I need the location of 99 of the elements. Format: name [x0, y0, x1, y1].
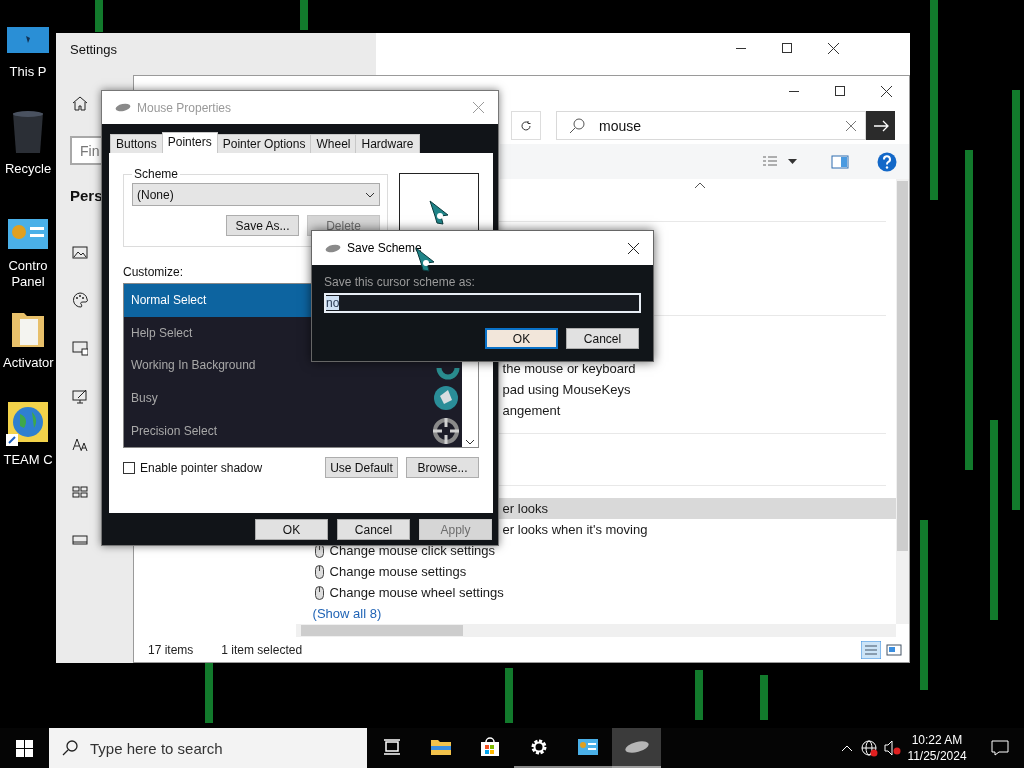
pointer-row[interactable]: Working In Background: [124, 349, 462, 382]
tab[interactable]: Hardware: [355, 134, 420, 153]
minimize-icon: [789, 90, 799, 92]
code-rain-streak: [505, 668, 513, 723]
close-icon: [880, 85, 892, 97]
status-text: 1 item selected: [221, 642, 303, 657]
font-icon[interactable]: [72, 436, 88, 452]
search-field[interactable]: mouse: [556, 111, 866, 141]
refresh-button[interactable]: [511, 111, 541, 141]
clock-date[interactable]: 11/25/2024: [907, 748, 967, 764]
close-icon: [627, 242, 639, 254]
status-text: 17 items: [148, 642, 194, 657]
windows-logo-icon: [16, 739, 33, 757]
mouse-icon: [115, 103, 131, 112]
pointer-row[interactable]: Busy: [124, 381, 462, 415]
arrow-icon: [872, 119, 889, 132]
chevron-up-icon: [840, 744, 853, 752]
taskbar-icon[interactable]: [72, 532, 88, 548]
code-rain-streak: [95, 0, 103, 32]
code-rain-streak: [205, 663, 213, 723]
search-icon: [569, 117, 585, 134]
section-label: Customize:: [123, 265, 184, 279]
task-link[interactable]: Change mouse wheel settings: [329, 585, 504, 601]
code-rain-streak: [695, 670, 703, 720]
horizontal-scrollbar[interactable]: [295, 624, 897, 638]
show-all-link[interactable]: (Show all 8): [312, 603, 382, 625]
lock-screen-icon[interactable]: [72, 340, 88, 356]
help-icon[interactable]: [877, 151, 897, 172]
notification-icon: [991, 740, 1009, 756]
window-title: Mouse Properties: [137, 100, 233, 115]
code-rain-streak: [760, 675, 768, 720]
window-title: Settings: [70, 42, 117, 57]
search-icon: [62, 740, 78, 756]
checkbox-label[interactable]: Enable pointer shadow: [140, 460, 317, 475]
close-icon: [827, 42, 839, 54]
store-icon[interactable]: [479, 737, 500, 757]
dialog-button[interactable]: OK: [255, 519, 328, 540]
pen-monitor-icon[interactable]: [72, 388, 88, 404]
dialog-button[interactable]: Cancel: [566, 328, 639, 349]
preview-cursor-icon: [428, 200, 450, 226]
vertical-scrollbar[interactable]: [896, 179, 909, 625]
checkbox[interactable]: [123, 461, 135, 474]
clock-time[interactable]: 10:22 AM: [911, 732, 963, 748]
busy-cursor-icon: [432, 384, 460, 413]
palette-icon[interactable]: [72, 292, 88, 308]
mouse-icon: [314, 564, 324, 579]
chevron-down-icon: [365, 191, 375, 198]
desktop-icon-label[interactable]: This P: [3, 64, 53, 80]
muted-speaker-icon: [884, 740, 901, 756]
go-button[interactable]: [866, 111, 895, 141]
desktop-icon-label[interactable]: Activator: [3, 355, 53, 371]
details-view-icon[interactable]: [861, 640, 881, 659]
collapse-icon[interactable]: [693, 181, 706, 190]
tab[interactable]: Pointers: [161, 132, 218, 153]
tab[interactable]: Wheel: [310, 134, 357, 153]
picture-icon[interactable]: [72, 244, 88, 260]
maximize-icon: [835, 86, 845, 96]
control-panel-icon[interactable]: [576, 738, 599, 756]
taskbar-search-field[interactable]: Type here to search: [49, 728, 367, 768]
dialog-button[interactable]: OK: [485, 328, 558, 349]
folder-icon[interactable]: [429, 738, 452, 756]
desktop-icon-label[interactable]: Recycle: [3, 161, 53, 177]
clear-icon[interactable]: [845, 119, 857, 132]
mouse-icon[interactable]: [623, 740, 650, 754]
home-icon[interactable]: [72, 95, 88, 111]
scheme-dropdown[interactable]: (None): [132, 183, 380, 206]
mouse-icon: [325, 243, 341, 253]
chevron-down-icon[interactable]: [465, 439, 475, 445]
trash-bin-icon: [10, 109, 46, 155]
scheme-name-field[interactable]: no: [324, 293, 641, 313]
save-as-button[interactable]: Save As...: [226, 215, 299, 236]
task-link[interactable]: Change mouse settings: [329, 564, 467, 580]
browse-button[interactable]: Browse...: [406, 457, 479, 478]
preview-pane-icon[interactable]: [831, 154, 849, 169]
refresh-icon: [520, 119, 532, 132]
code-rain-streak: [300, 0, 308, 30]
section-heading: Pers: [70, 187, 103, 204]
minimize-icon: [736, 47, 746, 49]
globe-icon: [6, 400, 50, 446]
tab[interactable]: Pointer Options: [216, 134, 312, 153]
use-default-button[interactable]: Use Default: [325, 457, 398, 478]
window-title: Save Scheme: [347, 241, 423, 255]
task-link[interactable]: Change mouse click settings: [329, 543, 496, 559]
task-view-icon[interactable]: [382, 739, 401, 755]
ring-cursor-icon: [436, 368, 460, 380]
desktop-icon-label[interactable]: Contro Panel: [3, 258, 53, 290]
control-panel-icon: [7, 218, 49, 252]
globe-icon: [861, 739, 878, 757]
tab[interactable]: Buttons: [110, 134, 163, 153]
dialog-button[interactable]: Cancel: [337, 519, 410, 540]
desktop-icon-label[interactable]: TEAM C: [3, 452, 53, 468]
maximize-icon: [782, 43, 792, 53]
mouse-icon: [314, 585, 324, 600]
crosshair-cursor-icon: [432, 416, 460, 445]
caret-icon[interactable]: [788, 158, 797, 165]
group-label: Scheme: [133, 167, 180, 181]
pointer-row[interactable]: Precision Select: [124, 414, 462, 447]
start-tiles-icon[interactable]: [72, 484, 88, 500]
close-icon: [472, 102, 484, 113]
